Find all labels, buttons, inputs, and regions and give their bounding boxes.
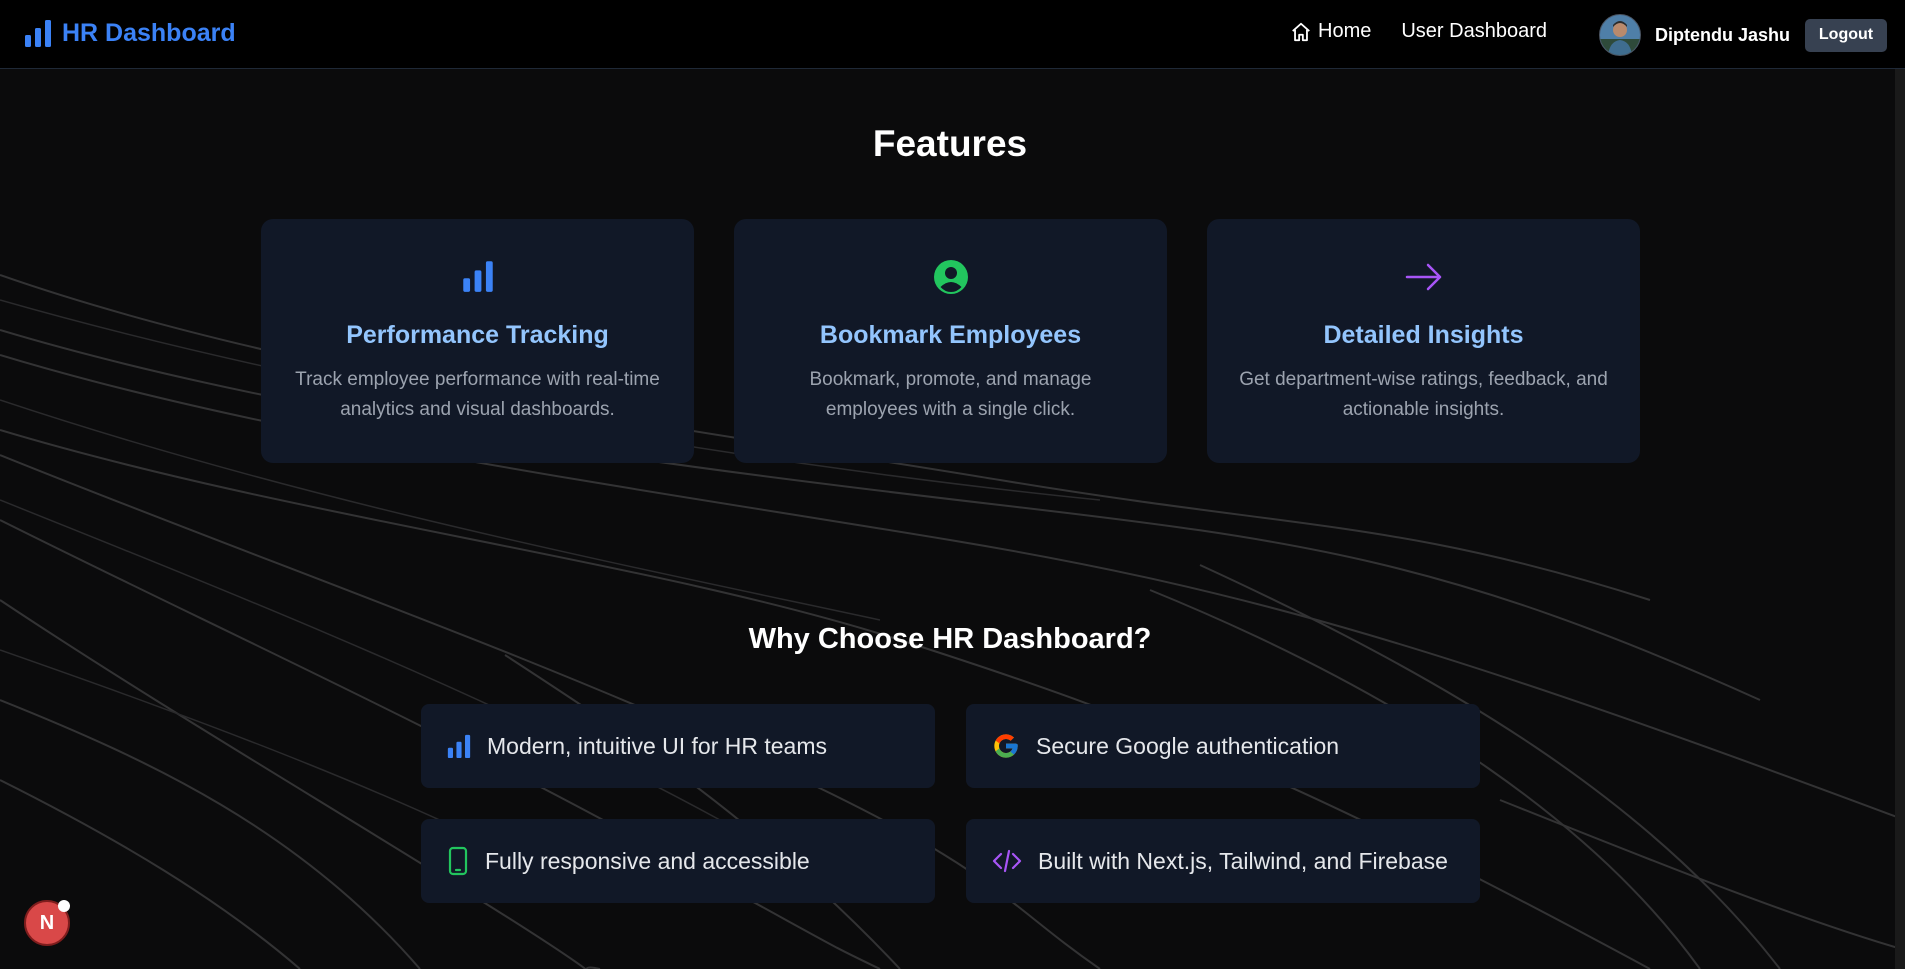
feature-card-insights: Detailed Insights Get department-wise ra… (1207, 219, 1640, 463)
nav-links: Home User Dashboard (1290, 20, 1547, 43)
why-item-text: Fully responsive and accessible (485, 847, 810, 874)
avatar-image (1600, 15, 1640, 55)
why-item-responsive: Fully responsive and accessible (421, 819, 935, 903)
home-icon (1292, 22, 1310, 41)
feature-card-title: Detailed Insights (1323, 321, 1524, 349)
nav-home-label: Home (1318, 20, 1372, 42)
why-item-tech-stack: Built with Next.js, Tailwind, and Fireba… (966, 819, 1480, 903)
why-item-text: Built with Next.js, Tailwind, and Fireba… (1038, 847, 1448, 874)
mobile-icon (448, 846, 468, 876)
user-name: Diptendu Jashu (1655, 24, 1791, 45)
bar-chart-icon (447, 734, 471, 758)
bar-chart-icon (462, 261, 493, 292)
bar-chart-icon (25, 20, 51, 47)
top-navbar: HR Dashboard Home User Dashboard Diptend… (0, 0, 1905, 69)
code-icon (992, 849, 1022, 873)
why-item-text: Secure Google authentication (1036, 732, 1340, 759)
why-item-modern-ui: Modern, intuitive UI for HR teams (421, 704, 935, 788)
scrollbar[interactable] (1895, 69, 1905, 969)
nav-user-dashboard-link[interactable]: User Dashboard (1401, 20, 1547, 43)
why-title: Why Choose HR Dashboard? (748, 623, 1152, 655)
brand-title: HR Dashboard (62, 18, 236, 47)
feature-card-performance: Performance Tracking Track employee perf… (261, 219, 694, 463)
arrow-right-icon (1405, 263, 1441, 291)
nav-home-link[interactable]: Home (1290, 20, 1371, 43)
user-circle-icon (933, 260, 968, 294)
dev-badge-indicator (58, 900, 70, 912)
feature-card-title: Performance Tracking (346, 321, 609, 349)
why-item-text: Modern, intuitive UI for HR teams (487, 732, 828, 759)
features-title: Features (872, 123, 1028, 164)
feature-card-description: Get department-wise ratings, feedback, a… (1239, 369, 1608, 420)
nav-user-dashboard-label: User Dashboard (1401, 20, 1547, 42)
brand[interactable]: HR Dashboard (24, 18, 236, 48)
feature-card-description: Track employee performance with real-tim… (295, 369, 660, 420)
logout-button[interactable]: Logout (1805, 18, 1888, 52)
feature-card-description: Bookmark, promote, and manage employees … (809, 369, 1092, 420)
why-item-google-auth: Secure Google authentication (966, 704, 1480, 788)
avatar[interactable] (1599, 14, 1641, 56)
user-menu: Diptendu Jashu Logout (1599, 14, 1888, 56)
feature-card-title: Bookmark Employees (819, 321, 1082, 349)
google-icon (994, 734, 1018, 758)
feature-card-bookmark: Bookmark Employees Bookmark, promote, an… (734, 219, 1167, 463)
